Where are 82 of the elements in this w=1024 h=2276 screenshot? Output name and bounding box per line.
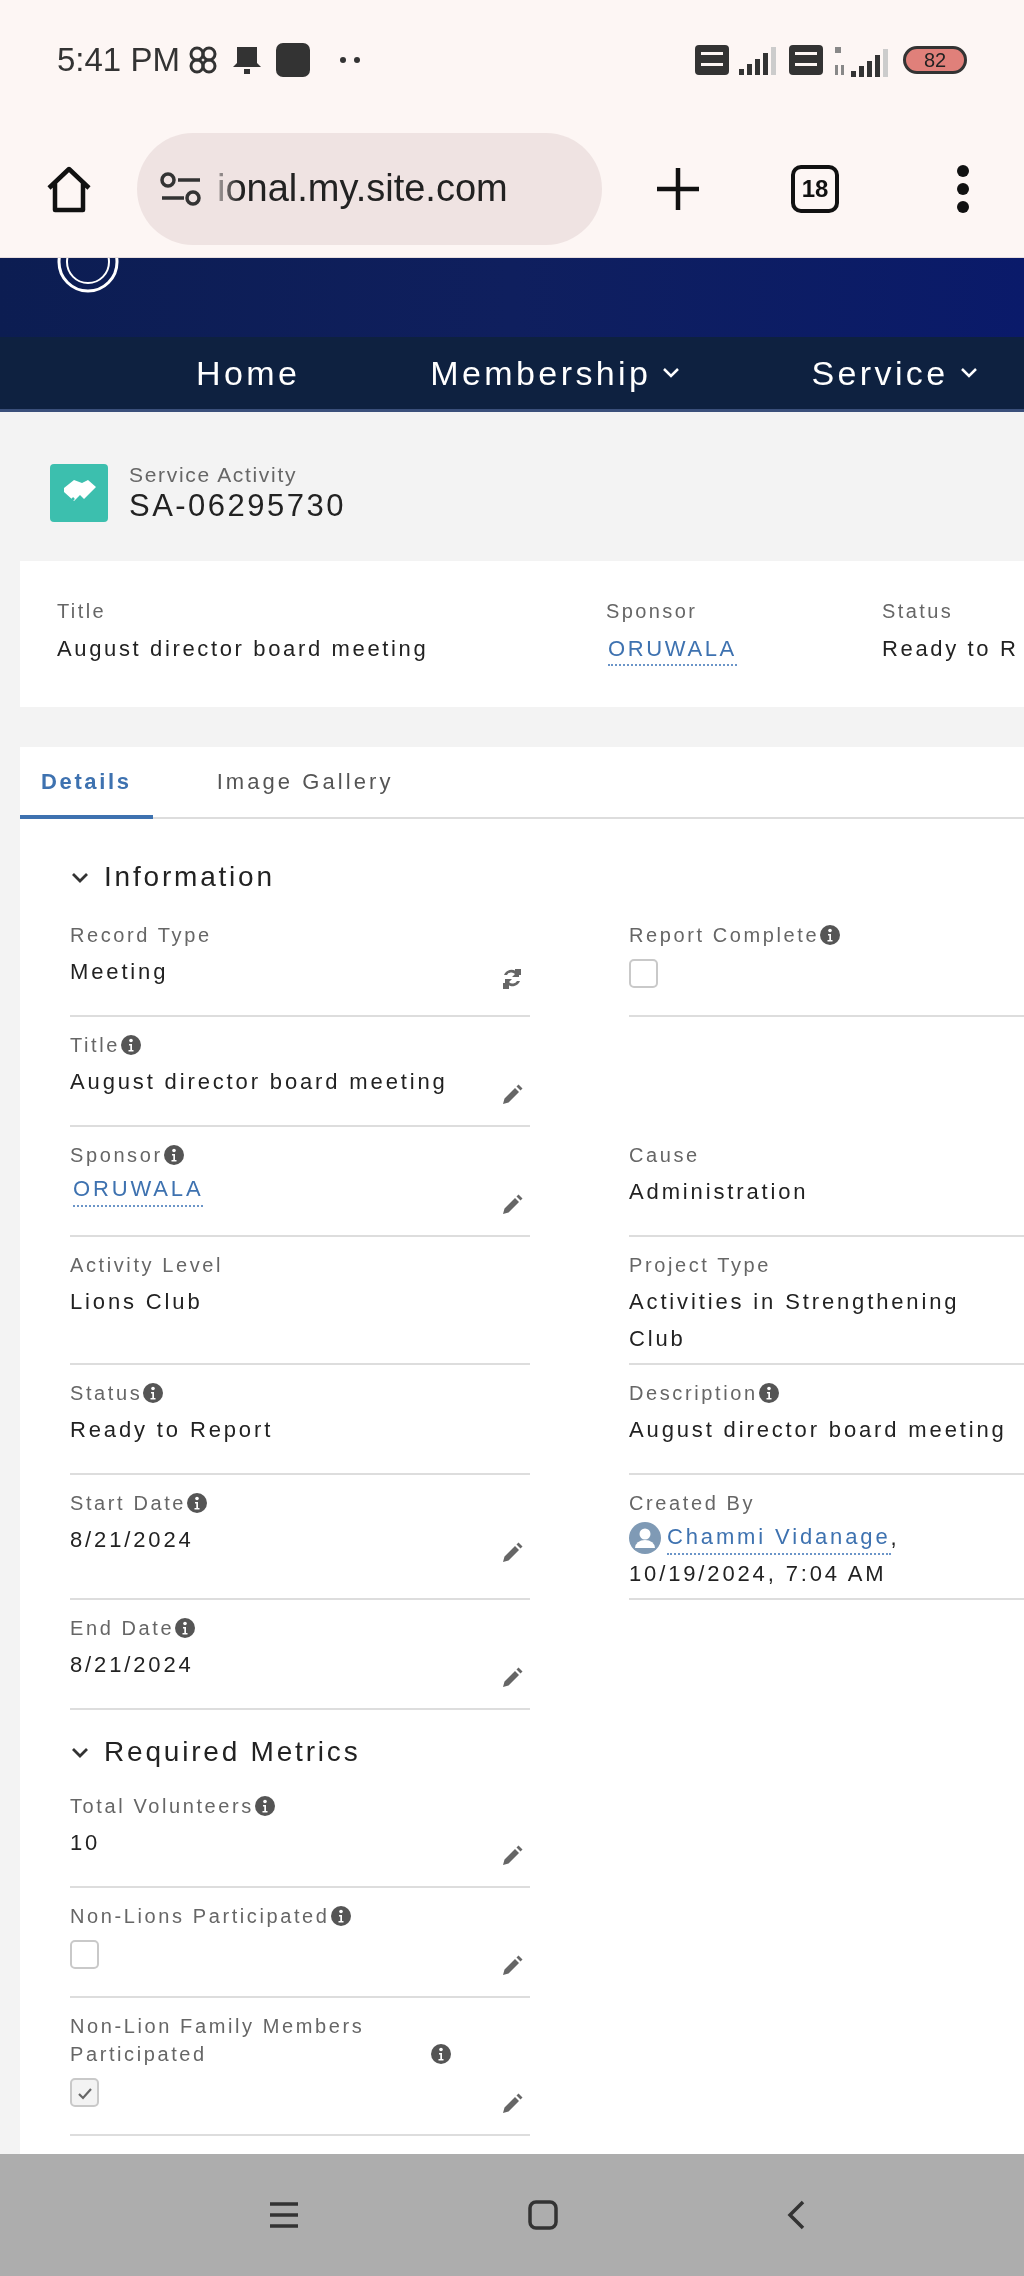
field-label: Title (70, 1033, 121, 1058)
field-value: August director board meeting (70, 1068, 449, 1096)
field-value: Administration (629, 1178, 810, 1206)
field-label: Cause (629, 1143, 700, 1168)
checkbox[interactable] (70, 1940, 99, 1969)
new-tab-icon[interactable] (655, 165, 701, 212)
field-label: Status (882, 599, 955, 624)
object-label: Service Activity (129, 462, 299, 488)
tab[interactable]: Details (20, 747, 153, 819)
pencil-icon[interactable] (500, 1193, 524, 1217)
field-value: 8/21/2024 (70, 1526, 195, 1554)
app-icon (275, 43, 310, 77)
field-label: Non-Lion Family Members Participated (70, 2014, 366, 2067)
nav-link[interactable]: Membership (430, 347, 682, 399)
info-icon[interactable] (143, 1383, 164, 1403)
info-icon[interactable] (254, 1796, 275, 1816)
field-label: Title (57, 599, 108, 624)
field-label: Created By (629, 1491, 756, 1516)
info-icon[interactable] (163, 1145, 184, 1165)
field-label: Activity Level (70, 1253, 224, 1278)
user-link[interactable]: Chammi Vidanage (667, 1521, 891, 1555)
tab[interactable]: Image Gallery (194, 747, 416, 819)
site-settings-icon[interactable] (159, 170, 203, 207)
field-label: Record Type (70, 923, 212, 948)
record-id: SA-06295730 (129, 488, 346, 524)
info-icon[interactable] (431, 2044, 451, 2064)
more-icon (339, 57, 360, 63)
field-label: Project Type (629, 1253, 771, 1278)
menu-icon[interactable] (956, 163, 970, 214)
pencil-icon[interactable] (500, 1954, 524, 1978)
sponsor-link[interactable]: ORUWALA (608, 634, 737, 666)
status-time: 5:41 PM (57, 40, 180, 81)
section-heading[interactable]: Information (104, 856, 275, 898)
volte-icon (789, 45, 823, 75)
field-value: Ready to Report (70, 1416, 275, 1444)
field-value: Ready to R (882, 635, 1020, 663)
address-bar[interactable]: ional.my.site.com (137, 132, 602, 245)
separator-text: , (890, 1524, 897, 1552)
nav-link[interactable]: Service (811, 347, 979, 399)
info-icon[interactable] (121, 1035, 142, 1055)
field-label: Start Date (70, 1491, 187, 1516)
field-value: 10 (70, 1829, 102, 1857)
menu-icon[interactable] (268, 2201, 300, 2229)
sponsor-link[interactable]: ORUWALA (73, 1173, 204, 1207)
info-icon[interactable] (175, 1618, 196, 1638)
section-heading[interactable]: Required Metrics (104, 1731, 361, 1773)
field-label: Sponsor (70, 1143, 163, 1168)
field-value: August director board meeting (57, 635, 430, 663)
checkbox[interactable] (70, 2078, 99, 2107)
field-value: Meeting (70, 958, 170, 986)
field-label: Total Volunteers (70, 1794, 254, 1819)
field-label: Non-Lions Participated (70, 1904, 330, 1929)
signal-icon (737, 45, 777, 75)
field-value: 8/21/2024 (70, 1651, 195, 1679)
pencil-icon[interactable] (500, 1541, 524, 1565)
field-label: End Date (70, 1616, 175, 1641)
info-icon[interactable] (820, 925, 841, 945)
change-record-type-icon[interactable] (500, 967, 524, 991)
info-icon[interactable] (187, 1493, 208, 1513)
checkbox[interactable] (629, 959, 658, 988)
field-value: Activities in Strengthening Club (629, 1288, 961, 1353)
pencil-icon[interactable] (500, 1666, 524, 1690)
volte-icon (695, 45, 729, 75)
pencil-icon[interactable] (500, 1844, 524, 1868)
info-icon[interactable] (758, 1383, 779, 1403)
field-label: Description (629, 1381, 758, 1406)
battery-indicator: 82 (903, 46, 967, 74)
field-label: Report Complete (629, 923, 820, 948)
back-icon[interactable] (786, 2199, 806, 2231)
pencil-icon[interactable] (500, 1083, 524, 1107)
url-text: ional.my.site.com (217, 166, 508, 211)
created-date: 10/19/2024, 7:04 AM (629, 1560, 888, 1588)
tab-count-button[interactable]: 18 (791, 164, 839, 213)
home-button-icon[interactable] (528, 2200, 558, 2230)
field-label: Status (70, 1381, 143, 1406)
field-value: Lions Club (70, 1288, 204, 1316)
info-icon[interactable] (330, 1906, 351, 1926)
nav-link[interactable]: Home (196, 347, 301, 399)
field-value: August director board meeting (629, 1416, 1008, 1444)
pencil-icon[interactable] (500, 2092, 524, 2116)
field-label: Sponsor (606, 599, 699, 624)
avatar-icon (629, 1522, 661, 1554)
